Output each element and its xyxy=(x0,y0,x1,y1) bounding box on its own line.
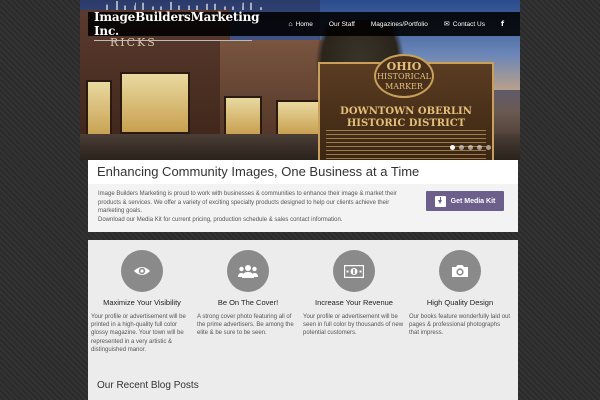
nav-item-facebook[interactable]: f xyxy=(493,19,512,28)
feature-description: Our books feature wonderfully laid out p… xyxy=(409,314,511,337)
nav-item-magazines-portfolio[interactable]: Magazines/Portfolio xyxy=(363,21,436,28)
slider-dot[interactable] xyxy=(486,145,491,150)
camera-icon xyxy=(452,265,468,277)
facebook-icon: f xyxy=(500,19,504,28)
site-logo[interactable]: ImageBuildersMarketing Inc. xyxy=(88,10,280,41)
feature-icon-circle xyxy=(439,250,481,292)
home-icon: ⌂ xyxy=(288,20,293,28)
main-nav: ⌂ Home Our Staff Magazines/Portfolio ✉ C… xyxy=(280,19,520,28)
hero-storefront-window xyxy=(120,72,190,134)
nav-item-label: Magazines/Portfolio xyxy=(370,20,428,28)
feature-description: A strong cover photo featuring all of th… xyxy=(197,314,294,337)
features-section: Maximize Your Visibility Your profile or… xyxy=(88,240,518,400)
download-icon xyxy=(434,195,446,207)
intro-download-line: Download our Media Kit for current prici… xyxy=(98,216,343,223)
feature-icon-circle xyxy=(333,250,375,292)
top-navbar: ImageBuildersMarketing Inc. ⌂ Home Our S… xyxy=(88,10,520,41)
historical-marker-title: DOWNTOWN OBERLIN HISTORIC DISTRICT xyxy=(320,106,492,130)
feature-title: Maximize Your Visibility xyxy=(103,298,181,307)
marker-title-line2: HISTORIC DISTRICT xyxy=(346,118,466,129)
slider-dot[interactable] xyxy=(468,145,473,150)
feature-title: High Quality Design xyxy=(426,298,494,307)
marker-oval-state: OHIO xyxy=(386,60,422,73)
nav-item-our-staff[interactable]: Our Staff xyxy=(321,21,363,28)
slider-dot[interactable] xyxy=(477,145,482,150)
feature-item: Be On The Cover! A strong cover photo fe… xyxy=(196,250,300,338)
eye-icon xyxy=(134,267,150,275)
feature-icon-circle xyxy=(227,250,269,292)
feature-item: Maximize Your Visibility Your profile or… xyxy=(90,250,194,354)
feature-title: Be On The Cover! xyxy=(217,298,279,307)
feature-item: Increase Your Revenue Your profile or ad… xyxy=(302,250,406,338)
feature-icon-circle xyxy=(121,250,163,292)
site-logo-text: ImageBuildersMarketing Inc. xyxy=(94,10,260,38)
get-media-kit-button[interactable]: Get Media Kit xyxy=(426,191,504,211)
historical-marker-oval: OHIO HISTORICAL MARKER xyxy=(374,54,434,98)
group-icon xyxy=(238,265,258,278)
nav-item-home[interactable]: ⌂ Home xyxy=(280,21,321,28)
hero-storefront-window xyxy=(224,96,262,136)
marker-title-line1: DOWNTOWN OBERLIN xyxy=(340,106,472,117)
intro-text: Image Builders Marketing is proud to wor… xyxy=(98,190,414,224)
slider-dot[interactable] xyxy=(459,145,464,150)
nav-item-label: Our Staff xyxy=(328,20,355,28)
feature-title: Increase Your Revenue xyxy=(315,298,393,307)
intro-section: Enhancing Community Images, One Business… xyxy=(88,160,518,232)
marker-oval-line2: HISTORICAL xyxy=(377,72,431,81)
nav-item-label: Contact Us xyxy=(452,20,485,28)
feature-description: Your profile or advertisement will be se… xyxy=(303,314,404,337)
get-media-kit-label: Get Media Kit xyxy=(450,197,496,205)
money-icon xyxy=(344,264,364,278)
nav-item-contact-us[interactable]: ✉ Contact Us xyxy=(436,21,493,28)
slider-dots xyxy=(450,145,491,150)
page-tagline: Enhancing Community Images, One Business… xyxy=(88,160,518,184)
feature-description: Your profile or advertisement will be pr… xyxy=(91,314,186,353)
envelope-icon: ✉ xyxy=(443,20,450,28)
hero-storefront-window xyxy=(86,80,112,138)
feature-item: High Quality Design Our books feature wo… xyxy=(408,250,512,338)
blog-heading: Our Recent Blog Posts xyxy=(97,380,199,391)
marker-oval-line3: MARKER xyxy=(385,82,423,91)
page: RICKS OHIO HISTORICAL MARKER DOWNTOWN OB… xyxy=(80,0,520,400)
nav-item-label: Home xyxy=(295,20,313,28)
intro-paragraph: Image Builders Marketing is proud to wor… xyxy=(98,191,397,214)
slider-dot[interactable] xyxy=(450,145,455,150)
